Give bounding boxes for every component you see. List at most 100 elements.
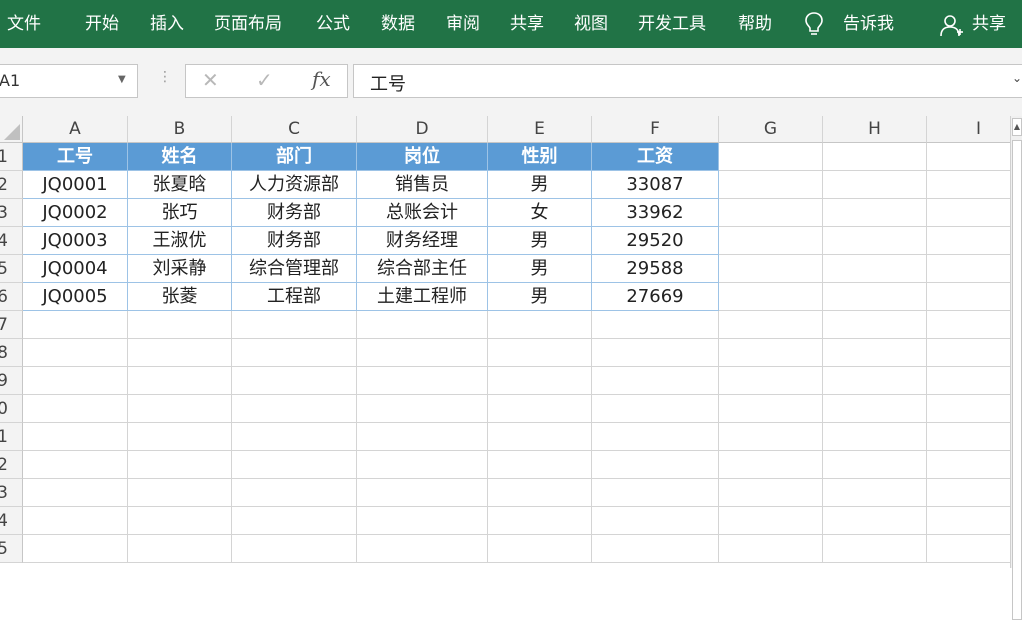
select-all-button[interactable] xyxy=(0,116,23,143)
table-cell[interactable]: 人力资源部 xyxy=(232,171,357,199)
empty-cell[interactable] xyxy=(719,395,823,423)
table-header-cell[interactable]: 姓名 xyxy=(128,143,232,171)
empty-cell[interactable] xyxy=(927,143,1022,171)
empty-cell[interactable] xyxy=(23,423,128,451)
empty-cell[interactable] xyxy=(488,507,592,535)
tab-view[interactable]: 视图 xyxy=(574,12,608,36)
empty-cell[interactable] xyxy=(823,423,927,451)
empty-cell[interactable] xyxy=(592,339,719,367)
table-cell[interactable]: 总账会计 xyxy=(357,199,488,227)
row-header[interactable]: 8 xyxy=(0,339,23,367)
chevron-down-icon[interactable]: ⌄ xyxy=(1012,71,1022,85)
tab-insert[interactable]: 插入 xyxy=(150,12,184,36)
column-header[interactable]: E xyxy=(488,116,592,143)
empty-cell[interactable] xyxy=(823,283,927,311)
empty-cell[interactable] xyxy=(357,395,488,423)
table-cell[interactable]: 财务部 xyxy=(232,227,357,255)
row-header[interactable]: 10 xyxy=(0,395,23,423)
empty-cell[interactable] xyxy=(232,311,357,339)
empty-cell[interactable] xyxy=(357,423,488,451)
empty-cell[interactable] xyxy=(592,423,719,451)
empty-cell[interactable] xyxy=(719,143,823,171)
row-header[interactable]: 9 xyxy=(0,367,23,395)
formula-input[interactable]: 工号 ⌄ xyxy=(353,64,1022,98)
row-header[interactable]: 3 xyxy=(0,199,23,227)
tab-data[interactable]: 数据 xyxy=(381,12,415,36)
empty-cell[interactable] xyxy=(927,423,1022,451)
empty-cell[interactable] xyxy=(823,227,927,255)
empty-cell[interactable] xyxy=(927,283,1022,311)
tab-file[interactable]: 文件 xyxy=(7,12,41,36)
table-header-cell[interactable]: 工号 xyxy=(23,143,128,171)
table-cell[interactable]: 销售员 xyxy=(357,171,488,199)
empty-cell[interactable] xyxy=(488,451,592,479)
table-header-cell[interactable]: 部门 xyxy=(232,143,357,171)
empty-cell[interactable] xyxy=(488,535,592,563)
empty-cell[interactable] xyxy=(823,367,927,395)
column-header[interactable]: D xyxy=(357,116,488,143)
table-cell[interactable]: 张菱 xyxy=(128,283,232,311)
row-header[interactable]: 11 xyxy=(0,423,23,451)
column-header[interactable]: C xyxy=(232,116,357,143)
table-cell[interactable]: 女 xyxy=(488,199,592,227)
row-header[interactable]: 7 xyxy=(0,311,23,339)
drag-handle-icon[interactable]: ⋮ xyxy=(158,69,172,85)
scroll-up-icon[interactable]: ▲ xyxy=(1012,118,1022,136)
column-header[interactable]: G xyxy=(719,116,823,143)
empty-cell[interactable] xyxy=(23,507,128,535)
empty-cell[interactable] xyxy=(488,311,592,339)
empty-cell[interactable] xyxy=(128,339,232,367)
tab-help[interactable]: 帮助 xyxy=(738,12,772,36)
table-cell[interactable]: 王淑优 xyxy=(128,227,232,255)
table-cell[interactable]: 29588 xyxy=(592,255,719,283)
table-header-cell[interactable]: 工资 xyxy=(592,143,719,171)
empty-cell[interactable] xyxy=(232,423,357,451)
empty-cell[interactable] xyxy=(927,507,1022,535)
empty-cell[interactable] xyxy=(592,395,719,423)
empty-cell[interactable] xyxy=(823,451,927,479)
tab-home[interactable]: 开始 xyxy=(85,12,119,36)
empty-cell[interactable] xyxy=(927,451,1022,479)
table-cell[interactable]: JQ0003 xyxy=(23,227,128,255)
empty-cell[interactable] xyxy=(823,143,927,171)
tab-share[interactable]: 共享 xyxy=(510,12,544,36)
column-header[interactable]: H xyxy=(823,116,927,143)
empty-cell[interactable] xyxy=(232,451,357,479)
empty-cell[interactable] xyxy=(719,283,823,311)
table-cell[interactable]: 男 xyxy=(488,227,592,255)
tab-developer[interactable]: 开发工具 xyxy=(638,12,706,36)
empty-cell[interactable] xyxy=(488,479,592,507)
empty-cell[interactable] xyxy=(357,367,488,395)
row-header[interactable]: 15 xyxy=(0,535,23,563)
column-header[interactable]: I xyxy=(927,116,1022,143)
empty-cell[interactable] xyxy=(719,535,823,563)
empty-cell[interactable] xyxy=(357,339,488,367)
empty-cell[interactable] xyxy=(23,367,128,395)
empty-cell[interactable] xyxy=(128,451,232,479)
row-header[interactable]: 4 xyxy=(0,227,23,255)
empty-cell[interactable] xyxy=(232,395,357,423)
table-cell[interactable]: 财务经理 xyxy=(357,227,488,255)
empty-cell[interactable] xyxy=(592,507,719,535)
empty-cell[interactable] xyxy=(488,423,592,451)
empty-cell[interactable] xyxy=(592,311,719,339)
name-box[interactable]: A1 ▼ xyxy=(0,64,138,98)
table-header-cell[interactable]: 岗位 xyxy=(357,143,488,171)
table-cell[interactable]: 29520 xyxy=(592,227,719,255)
empty-cell[interactable] xyxy=(488,367,592,395)
person-icon[interactable] xyxy=(940,13,964,37)
table-cell[interactable]: JQ0001 xyxy=(23,171,128,199)
row-header[interactable]: 2 xyxy=(0,171,23,199)
empty-cell[interactable] xyxy=(232,507,357,535)
empty-cell[interactable] xyxy=(719,199,823,227)
empty-cell[interactable] xyxy=(719,311,823,339)
empty-cell[interactable] xyxy=(23,395,128,423)
empty-cell[interactable] xyxy=(23,479,128,507)
row-header[interactable]: 1 xyxy=(0,143,23,171)
tab-review[interactable]: 审阅 xyxy=(446,12,480,36)
scrollbar-thumb[interactable] xyxy=(1012,140,1022,620)
empty-cell[interactable] xyxy=(23,339,128,367)
empty-cell[interactable] xyxy=(357,311,488,339)
empty-cell[interactable] xyxy=(927,535,1022,563)
table-cell[interactable]: 张巧 xyxy=(128,199,232,227)
